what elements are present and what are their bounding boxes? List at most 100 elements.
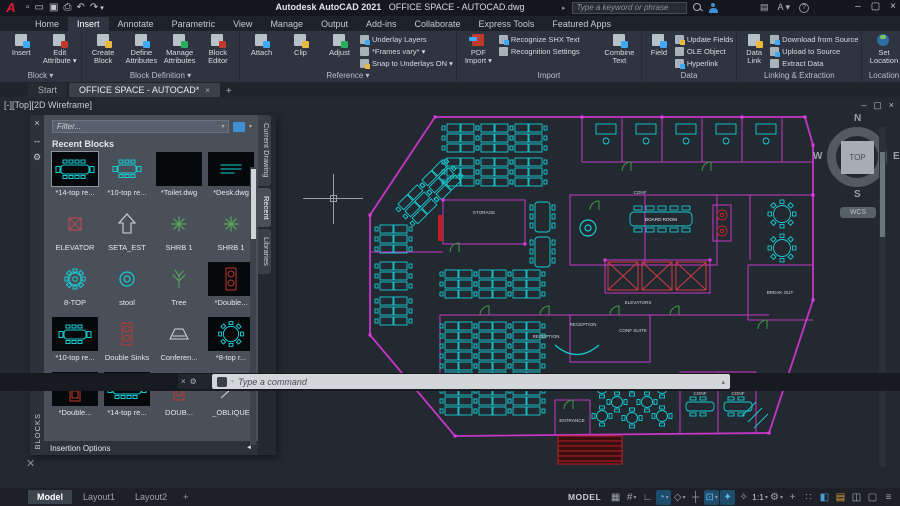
- close-button[interactable]: ×: [890, 1, 896, 12]
- polar-tracking-icon[interactable]: ◔ ▾: [656, 489, 672, 505]
- import-group-label[interactable]: Import: [457, 70, 641, 82]
- isolate-icon[interactable]: ∷: [801, 490, 816, 505]
- annotation-autoscale-icon[interactable]: ✧: [736, 490, 751, 505]
- extract-data-button[interactable]: Extract Data: [770, 58, 858, 69]
- data-link-button[interactable]: Data Link: [740, 33, 768, 65]
- open-file-icon[interactable]: ▭: [35, 1, 44, 15]
- layout-tab-layout1[interactable]: Layout1: [74, 490, 124, 504]
- command-expand-icon[interactable]: ▴: [721, 378, 725, 386]
- layout-tab-layout2[interactable]: Layout2: [126, 490, 176, 504]
- blocks-filter-input[interactable]: Filter... ▾: [52, 120, 229, 133]
- library-dropdown-icon[interactable]: ▾: [249, 123, 252, 130]
- block-item[interactable]: *10-top re...: [102, 152, 152, 205]
- create-block-button[interactable]: Create Block: [85, 33, 121, 65]
- insertion-options-bar[interactable]: Insertion Options ◄: [44, 441, 258, 455]
- layout-tab-model[interactable]: Model: [28, 490, 72, 504]
- redo-icon[interactable]: ↷: [90, 1, 98, 15]
- viewcube-wcs-menu[interactable]: WCS: [840, 207, 876, 218]
- underlay-layers-button[interactable]: Underlay Layers: [360, 34, 453, 45]
- cart-icon[interactable]: ▤: [760, 2, 769, 13]
- isodraft-icon[interactable]: ◇ ▾: [672, 490, 687, 505]
- ribbon-tab-annotate[interactable]: Annotate: [109, 17, 163, 31]
- command-customize-icon[interactable]: ⚙: [190, 377, 197, 386]
- block-item[interactable]: 8-TOP: [50, 262, 100, 315]
- ole-object-button[interactable]: OLE Object: [674, 46, 733, 57]
- recognize-shx-button[interactable]: Recognize SHX Text: [498, 34, 599, 45]
- attach-button[interactable]: Attach: [243, 33, 280, 57]
- ribbon-tab-add-ins[interactable]: Add-ins: [357, 17, 406, 31]
- viewcube-top-face[interactable]: TOP: [841, 141, 874, 174]
- command-close-icon[interactable]: ×: [181, 377, 186, 386]
- file-tab-start[interactable]: Start: [28, 83, 68, 97]
- block-item[interactable]: Conferen...: [154, 317, 204, 370]
- linking-group-label[interactable]: Linking & Extraction: [737, 70, 861, 82]
- block-item[interactable]: Tree: [154, 262, 204, 315]
- block-library-icon[interactable]: [232, 121, 245, 132]
- palette-scrollbar-thumb[interactable]: [250, 169, 256, 239]
- set-location-button[interactable]: Set Location: [865, 33, 900, 65]
- snap-to-underlays-button[interactable]: Snap to Underlays ON ▾: [360, 58, 453, 69]
- field-button[interactable]: Field: [645, 33, 673, 57]
- clip-button[interactable]: Clip: [282, 33, 319, 57]
- block-editor-button[interactable]: Block Editor: [200, 33, 236, 65]
- reference-group-label[interactable]: Reference ▾: [240, 70, 456, 82]
- ribbon-tab-featured-apps[interactable]: Featured Apps: [543, 17, 620, 31]
- viewcube-west[interactable]: W: [813, 151, 822, 162]
- ribbon-tab-home[interactable]: Home: [26, 17, 68, 31]
- block-group-label[interactable]: Block ▾: [0, 70, 81, 82]
- search-expand-icon[interactable]: ▸: [562, 4, 566, 12]
- help-icon[interactable]: ?: [799, 2, 810, 13]
- annotation-visibility-icon[interactable]: ✦: [720, 489, 736, 505]
- block-item[interactable]: *8-top r...: [206, 317, 256, 370]
- block-item[interactable]: Double Sinks: [102, 317, 152, 370]
- recognition-settings-button[interactable]: Recognition Settings: [498, 46, 599, 57]
- location-group-label[interactable]: Location: [862, 70, 900, 82]
- annotation-scale[interactable]: 1:1 ▾: [752, 490, 768, 505]
- block-item[interactable]: *Desk.dwg: [206, 152, 256, 205]
- insert-button[interactable]: Insert: [3, 33, 40, 57]
- file-tab-close-icon[interactable]: ×: [205, 86, 210, 95]
- combine-text-button[interactable]: Combine Text: [601, 33, 638, 65]
- dwg-restore-button[interactable]: ▢: [873, 100, 882, 111]
- ribbon-tab-output[interactable]: Output: [312, 17, 357, 31]
- drawing-area[interactable]: [-][Top][2D Wireframe] – ▢ × STORAGE BOA…: [0, 97, 900, 488]
- download-from-source-button[interactable]: Download from Source: [770, 34, 858, 45]
- ribbon-tab-parametric[interactable]: Parametric: [163, 17, 225, 31]
- block-definition-group-label[interactable]: Block Definition ▾: [82, 70, 239, 82]
- autodesk-account-icon[interactable]: A ▾: [778, 2, 791, 13]
- command-input[interactable]: ▾ Type a command ▴: [212, 374, 730, 389]
- update-fields-button[interactable]: Update Fields: [674, 34, 733, 45]
- osnap-tracking-icon[interactable]: ┼: [688, 490, 703, 505]
- block-item[interactable]: stool: [102, 262, 152, 315]
- palette-close-icon[interactable]: ×: [34, 118, 39, 128]
- command-bar-handle[interactable]: × ⚙: [178, 374, 212, 389]
- sign-in-icon[interactable]: [708, 3, 718, 13]
- qat-dropdown-icon[interactable]: ▾: [100, 4, 104, 12]
- command-placeholder[interactable]: Type a command: [238, 377, 717, 387]
- new-drawing-button[interactable]: +: [226, 86, 232, 97]
- palette-tab-current-drawing[interactable]: Current Drawing: [258, 115, 271, 186]
- block-item[interactable]: *10-top re...: [50, 317, 100, 370]
- ribbon-tab-express-tools[interactable]: Express Tools: [470, 17, 544, 31]
- palette-properties-icon[interactable]: ⚙: [33, 152, 41, 163]
- block-item[interactable]: ELEVATOR: [50, 207, 100, 260]
- ribbon-tab-manage[interactable]: Manage: [261, 17, 312, 31]
- insertion-options-collapse-icon[interactable]: ◄: [246, 445, 252, 451]
- units-icon[interactable]: ▤: [833, 490, 848, 505]
- upload-to-source-button[interactable]: Upload to Source: [770, 46, 858, 57]
- data-group-label[interactable]: Data: [642, 70, 736, 82]
- palette-scrollbar[interactable]: [250, 167, 256, 445]
- ribbon-tab-collaborate[interactable]: Collaborate: [406, 17, 470, 31]
- viewcube-north[interactable]: N: [854, 113, 861, 124]
- snap-icon[interactable]: # ▾: [624, 490, 639, 505]
- plot-icon[interactable]: ⎙: [63, 1, 71, 15]
- screen-icon[interactable]: ◫: [849, 490, 864, 505]
- drawing-scrollbar-thumb[interactable]: [880, 152, 885, 237]
- search-icon[interactable]: [692, 3, 703, 13]
- dwg-close-button[interactable]: ×: [889, 100, 894, 111]
- ribbon-tab-view[interactable]: View: [224, 17, 261, 31]
- plus-icon[interactable]: +: [785, 490, 800, 505]
- grid-icon[interactable]: ▦: [608, 490, 623, 505]
- command-recent-icon[interactable]: ▾: [231, 378, 234, 385]
- save-icon[interactable]: ▣: [49, 1, 58, 15]
